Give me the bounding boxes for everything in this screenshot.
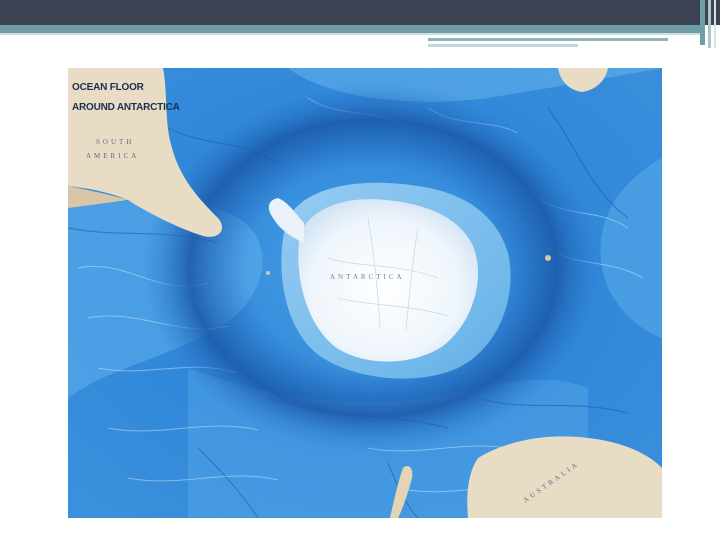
slide-title-bar bbox=[0, 0, 720, 25]
map-graphic bbox=[68, 68, 662, 518]
decorative-rule bbox=[428, 44, 578, 47]
decorative-corner-bar bbox=[708, 0, 711, 48]
decorative-corner-bar bbox=[700, 0, 705, 45]
map-title: OCEAN FLOOR AROUND ANTARCTICA bbox=[72, 73, 180, 113]
map-title-line1: OCEAN FLOOR bbox=[72, 82, 144, 93]
label-south-america-1: SOUTH bbox=[96, 138, 135, 146]
label-antarctica: ANTARCTICA bbox=[330, 273, 405, 281]
map-title-line2: AROUND ANTARCTICA bbox=[72, 102, 180, 113]
ocean-floor-map-image: OCEAN FLOOR AROUND ANTARCTICA SOUTH AMER… bbox=[68, 68, 662, 518]
decorative-rule bbox=[428, 38, 668, 41]
label-south-america-2: AMERICA bbox=[86, 152, 140, 160]
slide-accent-stripe-light bbox=[0, 33, 705, 35]
slide-accent-stripe bbox=[0, 25, 705, 33]
decorative-corner-bar bbox=[714, 0, 716, 48]
